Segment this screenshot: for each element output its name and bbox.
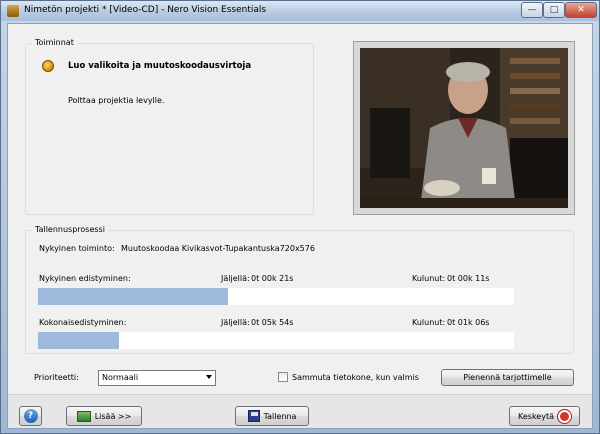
window-title: Nimetön projekti * [Video-CD] - Nero Vis… bbox=[24, 5, 267, 15]
total-progress-bar bbox=[38, 332, 514, 349]
maximize-button[interactable]: □ bbox=[543, 2, 565, 18]
save-button[interactable]: Tallenna bbox=[235, 406, 309, 426]
floppy-icon bbox=[247, 410, 260, 422]
minimize-to-tray-button[interactable]: Pienennä tarjottimelle bbox=[441, 369, 574, 386]
actions-group: Toiminnat Luo valikoita ja muutoskoodaus… bbox=[25, 38, 314, 215]
video-preview-frame bbox=[353, 41, 575, 215]
actions-group-label: Toiminnat bbox=[32, 38, 77, 47]
total-elapsed-label: Kulunut: bbox=[412, 318, 446, 327]
close-button[interactable]: ✕ bbox=[565, 2, 597, 18]
minimize-button[interactable]: — bbox=[521, 2, 543, 18]
total-elapsed-value: 0t 01k 06s bbox=[447, 318, 490, 327]
help-button[interactable]: ? bbox=[19, 406, 42, 426]
total-remaining-label: Jäljellä: bbox=[221, 318, 250, 327]
total-progress-label: Kokonaisedistyminen: bbox=[39, 318, 127, 327]
stop-icon bbox=[557, 409, 571, 423]
app-icon bbox=[7, 5, 19, 17]
shutdown-checkbox[interactable] bbox=[278, 372, 288, 382]
cancel-button[interactable]: Keskeytä bbox=[509, 406, 580, 426]
current-progress-label: Nykyinen edistyminen: bbox=[39, 274, 131, 283]
save-button-label: Tallenna bbox=[263, 411, 297, 421]
total-progress-fill bbox=[38, 332, 119, 349]
current-task-label: Nykyinen toiminto: bbox=[39, 244, 115, 253]
video-frame-image bbox=[360, 48, 568, 208]
current-task-value: Muutoskoodaa Kivikasvot-Tupakantuska720x… bbox=[121, 244, 315, 253]
current-remaining-value: 0t 00k 21s bbox=[251, 274, 294, 283]
priority-label: Prioriteetti: bbox=[34, 373, 79, 382]
task-status-icon bbox=[42, 60, 54, 72]
video-preview bbox=[360, 48, 568, 208]
recording-group-label: Tallennusprosessi bbox=[32, 225, 108, 234]
priority-select[interactable]: Normaali bbox=[98, 370, 216, 386]
task-title: Luo valikoita ja muutoskoodausvirtoja bbox=[68, 61, 252, 71]
current-elapsed-value: 0t 00k 11s bbox=[447, 274, 490, 283]
client-area: Toiminnat Luo valikoita ja muutoskoodaus… bbox=[7, 23, 593, 429]
priority-select-value: Normaali bbox=[102, 373, 139, 382]
footer-bar: ? Lisää >> Tallenna Keskeytä bbox=[8, 394, 592, 428]
current-remaining-label: Jäljellä: bbox=[221, 274, 250, 283]
recording-group: Tallennusprosessi Nykyinen toiminto: Muu… bbox=[25, 225, 574, 354]
more-button-label: Lisää >> bbox=[94, 411, 132, 421]
current-progress-bar bbox=[38, 288, 514, 305]
help-icon: ? bbox=[23, 409, 38, 423]
more-icon bbox=[76, 410, 91, 422]
current-progress-fill bbox=[38, 288, 229, 305]
task-description: Polttaa projektia levylle. bbox=[68, 96, 165, 105]
title-bar[interactable]: Nimetön projekti * [Video-CD] - Nero Vis… bbox=[1, 1, 599, 21]
cancel-button-label: Keskeytä bbox=[518, 411, 554, 421]
more-button[interactable]: Lisää >> bbox=[66, 406, 142, 426]
chevron-down-icon bbox=[206, 375, 212, 379]
total-remaining-value: 0t 05k 54s bbox=[251, 318, 294, 327]
app-window: Nimetön projekti * [Video-CD] - Nero Vis… bbox=[0, 0, 600, 434]
current-elapsed-label: Kulunut: bbox=[412, 274, 446, 283]
shutdown-label: Sammuta tietokone, kun valmis bbox=[292, 373, 419, 382]
